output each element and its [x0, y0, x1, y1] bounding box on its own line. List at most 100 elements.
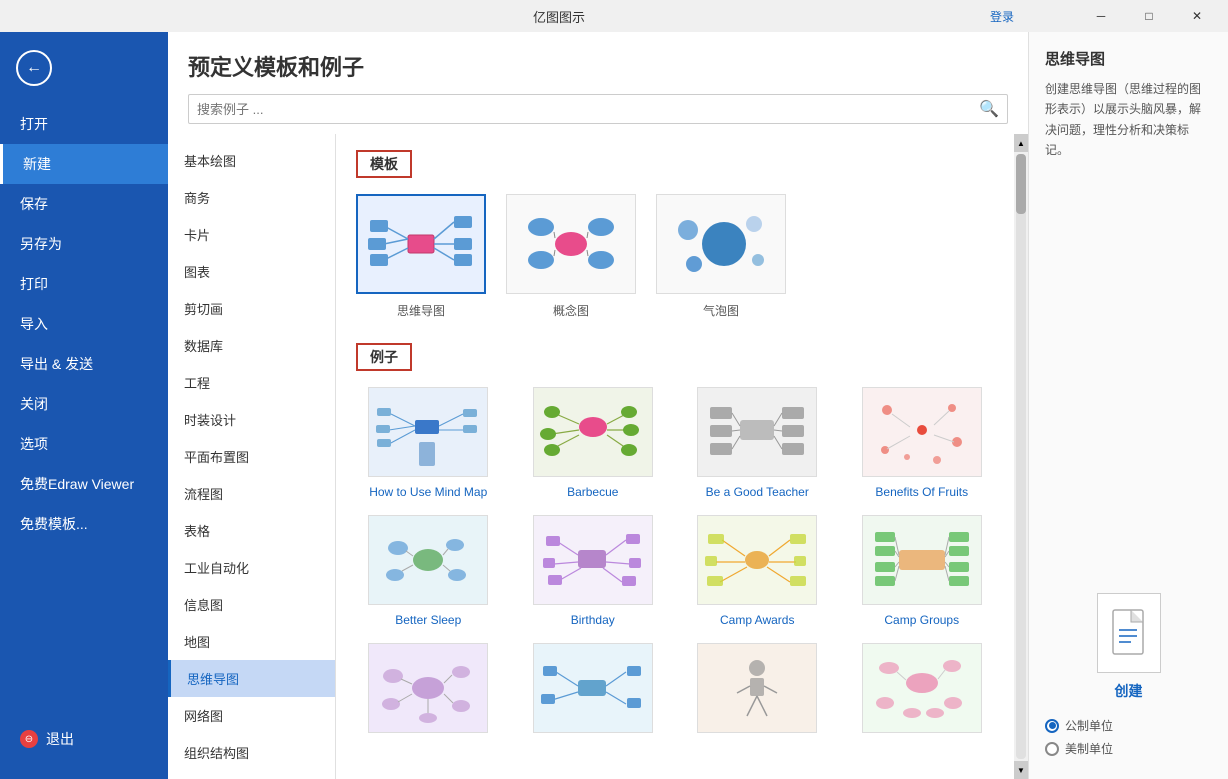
create-button[interactable]: 创建: [1115, 681, 1143, 701]
example-name-barbecue[interactable]: Barbecue: [567, 485, 618, 499]
sidebar-item-saveas[interactable]: 另存为: [0, 224, 168, 264]
document-icon-svg: [1109, 608, 1149, 658]
example-card-campgroups[interactable]: Camp Groups: [850, 515, 995, 627]
howtouse-svg: [373, 392, 483, 472]
sidebar-item-new[interactable]: 新建: [0, 144, 168, 184]
template-name-concept: 概念图: [553, 302, 589, 319]
exit-icon: ⊖: [20, 730, 38, 748]
close-button[interactable]: ✕: [1174, 0, 1220, 32]
sidebar-item-options[interactable]: 选项: [0, 424, 168, 464]
template-card-bubble[interactable]: 气泡图: [656, 194, 786, 319]
example-card-row3-2[interactable]: [521, 643, 666, 741]
category-item-jianqiehua[interactable]: 剪切画: [168, 290, 335, 327]
sidebar-item-close[interactable]: 关闭: [0, 384, 168, 424]
category-item-shangwu[interactable]: 商务: [168, 179, 335, 216]
example-card-howtouse[interactable]: How to Use Mind Map: [356, 387, 501, 499]
login-link[interactable]: 登录: [990, 8, 1074, 25]
category-item-shizhuangsheji[interactable]: 时装设计: [168, 401, 335, 438]
concept-template-svg: [516, 202, 626, 287]
sidebar-item-print[interactable]: 打印: [0, 264, 168, 304]
scroll-thumb[interactable]: [1016, 154, 1026, 214]
category-item-biaoge[interactable]: 表格: [168, 512, 335, 549]
category-item-gongcheng[interactable]: 工程: [168, 364, 335, 401]
unit-metric-radio[interactable]: [1045, 719, 1059, 733]
search-icon[interactable]: 🔍: [979, 99, 999, 119]
category-item-liuchengtu[interactable]: 流程图: [168, 475, 335, 512]
campgroups-svg: [867, 520, 977, 600]
example-name-goodteacher[interactable]: Be a Good Teacher: [706, 485, 809, 499]
row3-3-svg: [702, 648, 812, 728]
example-name-bettersleep[interactable]: Better Sleep: [395, 613, 461, 627]
right-panel-title: 思维导图: [1045, 48, 1212, 69]
title-bar: 亿图图示 登录 ─ □ ✕: [0, 0, 1228, 32]
sidebar-item-viewer[interactable]: 免费Edraw Viewer: [0, 464, 168, 504]
example-name-howtouse[interactable]: How to Use Mind Map: [369, 485, 487, 499]
scroll-down-button[interactable]: ▼: [1014, 761, 1028, 779]
center-panel: 预定义模板和例子 🔍 基本绘图 商务 卡片 图表 剪切画 数据库 工程 时装设计…: [168, 32, 1028, 779]
sidebar-item-export[interactable]: 导出 & 发送: [0, 344, 168, 384]
example-card-goodteacher[interactable]: Be a Good Teacher: [685, 387, 830, 499]
category-item-wangluotu[interactable]: 网络图: [168, 697, 335, 734]
example-thumb-campgroups: [862, 515, 982, 605]
category-item-gongyezidonghua[interactable]: 工业自动化: [168, 549, 335, 586]
example-card-benefits[interactable]: Benefits Of Fruits: [850, 387, 995, 499]
benefits-svg: [867, 392, 977, 472]
examples-section-header: 例子: [356, 343, 994, 371]
minimize-button[interactable]: ─: [1078, 0, 1124, 32]
examples-label: 例子: [356, 343, 412, 371]
example-card-barbecue[interactable]: Barbecue: [521, 387, 666, 499]
unit-imperial-option[interactable]: 美制单位: [1045, 740, 1212, 757]
example-name-birthday[interactable]: Birthday: [571, 613, 615, 627]
example-name-campgroups[interactable]: Camp Groups: [884, 613, 959, 627]
vertical-scrollbar[interactable]: ▲ ▼: [1014, 134, 1028, 779]
template-card-mindmap[interactable]: 思维导图: [356, 194, 486, 319]
category-item-tubiao[interactable]: 图表: [168, 253, 335, 290]
example-thumb-goodteacher: [697, 387, 817, 477]
unit-imperial-radio[interactable]: [1045, 742, 1059, 756]
category-item-pingmianbuzhi[interactable]: 平面布置图: [168, 438, 335, 475]
radio-dot: [1049, 722, 1056, 729]
bubble-template-svg: [666, 202, 776, 287]
example-card-row3-1[interactable]: [356, 643, 501, 741]
sidebar: ← 打开 新建 保存 另存为 打印 导入 导出 & 发送 关闭 选项 免费Edr: [0, 32, 168, 779]
sidebar-item-free-templates[interactable]: 免费模板...: [0, 504, 168, 544]
sidebar-item-open[interactable]: 打开: [0, 104, 168, 144]
unit-metric-option[interactable]: 公制单位: [1045, 717, 1212, 734]
create-doc-icon[interactable]: [1097, 593, 1161, 673]
example-name-campawards[interactable]: Camp Awards: [720, 613, 794, 627]
category-item-shujuku[interactable]: 数据库: [168, 327, 335, 364]
category-item-xinxitu[interactable]: 信息图: [168, 586, 335, 623]
template-card-concept[interactable]: 概念图: [506, 194, 636, 319]
search-input[interactable]: [197, 102, 979, 117]
category-item-ditu[interactable]: 地图: [168, 623, 335, 660]
scroll-up-button[interactable]: ▲: [1014, 134, 1028, 152]
template-name-mindmap: 思维导图: [397, 302, 445, 319]
example-thumb-row3-2: [533, 643, 653, 733]
example-card-row3-4[interactable]: [850, 643, 995, 741]
maximize-button[interactable]: □: [1126, 0, 1172, 32]
right-panel-description: 创建思维导图（思维过程的图形表示）以展示头脑风暴，解决问题，理性分析和决策标记。: [1045, 79, 1212, 161]
back-button[interactable]: ←: [0, 42, 168, 94]
example-thumb-benefits: [862, 387, 982, 477]
category-item-yanshi[interactable]: 演示: [168, 771, 335, 779]
example-card-birthday[interactable]: Birthday: [521, 515, 666, 627]
sidebar-item-import[interactable]: 导入: [0, 304, 168, 344]
birthday-svg: [538, 520, 648, 600]
templates-label: 模板: [356, 150, 412, 178]
template-thumb-mindmap: [356, 194, 486, 294]
category-item-zuzhijiegoutu[interactable]: 组织结构图: [168, 734, 335, 771]
campawards-svg: [702, 520, 812, 600]
example-name-benefits[interactable]: Benefits Of Fruits: [875, 485, 968, 499]
back-circle-icon[interactable]: ←: [16, 50, 52, 86]
example-card-campawards[interactable]: Camp Awards: [685, 515, 830, 627]
category-item-kapian[interactable]: 卡片: [168, 216, 335, 253]
category-item-siweidaotu[interactable]: 思维导图: [168, 660, 335, 697]
example-card-bettersleep[interactable]: Better Sleep: [356, 515, 501, 627]
templates-row: 思维导图: [356, 194, 994, 319]
example-thumb-row3-3: [697, 643, 817, 733]
main-scroll-area[interactable]: 模板: [336, 134, 1014, 779]
category-item-jibenhuitu[interactable]: 基本绘图: [168, 142, 335, 179]
sidebar-item-exit[interactable]: ⊖ 退出: [0, 719, 168, 759]
example-card-row3-3[interactable]: [685, 643, 830, 741]
sidebar-item-save[interactable]: 保存: [0, 184, 168, 224]
